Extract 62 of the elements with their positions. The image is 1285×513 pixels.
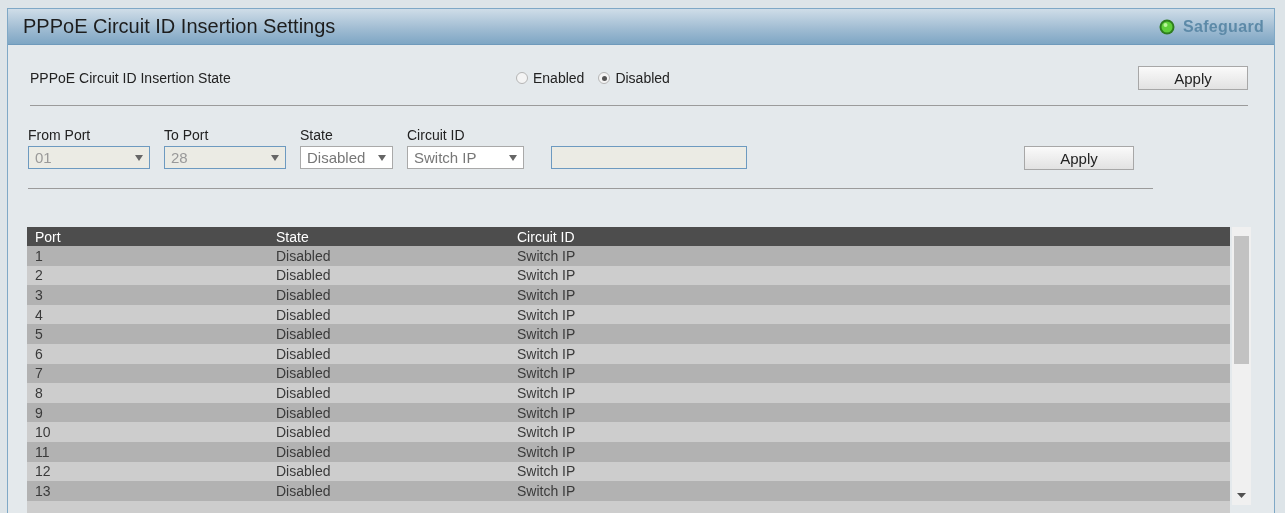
table-cell-text: 1 [35,247,44,264]
radio-icon[interactable] [516,72,528,84]
table-cell-text: Switch IP [517,326,577,343]
status-led-icon [1159,18,1176,35]
column-header: State [276,228,310,245]
apply-button[interactable]: Apply [1024,146,1134,170]
table-cell-text: Switch IP [517,345,577,362]
table-cell-text: Switch IP [517,463,577,480]
table-cell-text: 6 [35,345,44,362]
table-cell-text: 5 [35,326,44,343]
table-cell-text: Switch IP [517,267,577,284]
table-cell-text: Disabled [276,482,332,499]
caret-icon [135,154,143,161]
table-cell-text: Disabled [276,345,332,362]
table-cell-text: Switch IP [517,365,577,382]
table-cell-text: Switch IP [517,424,577,441]
panel-title: PPPoE Circuit ID Insertion Settings [23,15,336,38]
table-cell-text: 13 [35,482,52,499]
state-label: PPPoE Circuit ID Insertion State [30,70,232,86]
table-cell-text: 4 [35,306,44,323]
column-header: Circuit ID [517,228,576,245]
table-cell-text: Switch IP [517,443,577,460]
table-cell-text: Disabled [276,443,332,460]
table-cell-text: 8 [35,384,44,401]
safeguard-label: Safeguard [1183,17,1264,36]
caret-icon [378,154,386,161]
table-cell-text: Disabled [276,424,332,441]
table-cell-text: 2 [35,267,44,284]
table-cell-text: 7 [35,365,44,382]
table-cell-text: Disabled [276,306,332,323]
table-cell-text: 10 [35,424,52,441]
dropdown[interactable]: Switch IP [407,146,524,169]
table-cell-text: Disabled [276,287,332,303]
table-cell-text: Switch IP [517,306,577,323]
table-cell-text: Disabled [276,463,332,480]
field-label: State [300,127,334,143]
column-header: Port [35,228,62,245]
table-cell-text: Disabled [276,384,332,401]
table-cell-text: Switch IP [517,384,577,401]
field-label: Circuit ID [407,127,466,143]
radio-option[interactable]: Enabled [516,70,585,86]
table-cell-text: 12 [35,463,52,480]
table-cell-text: 9 [35,404,44,421]
table-cell-text: Switch IP [517,482,577,499]
table-cell-text: 3 [35,287,44,303]
table-cell-text: Disabled [276,326,332,343]
table-cell-text: 11 [35,443,51,460]
table-cell-text: Disabled [276,365,332,382]
radio-icon[interactable] [598,72,611,84]
table-cell-text: Disabled [276,247,332,264]
caret-icon [271,154,279,161]
apply-button[interactable]: Apply [1138,66,1248,90]
dropdown[interactable]: Disabled [300,146,393,169]
radio-option[interactable]: Disabled [598,70,670,86]
caret-icon [509,154,517,161]
table-cell-text: Switch IP [517,287,577,303]
table-cell-text: Disabled [276,404,332,421]
table-cell-text: Disabled [276,267,332,284]
field-label: From Port [28,127,92,143]
table-cell-text: Switch IP [517,404,577,421]
field-label: To Port [164,127,210,143]
table-cell-text: Switch IP [517,247,577,264]
